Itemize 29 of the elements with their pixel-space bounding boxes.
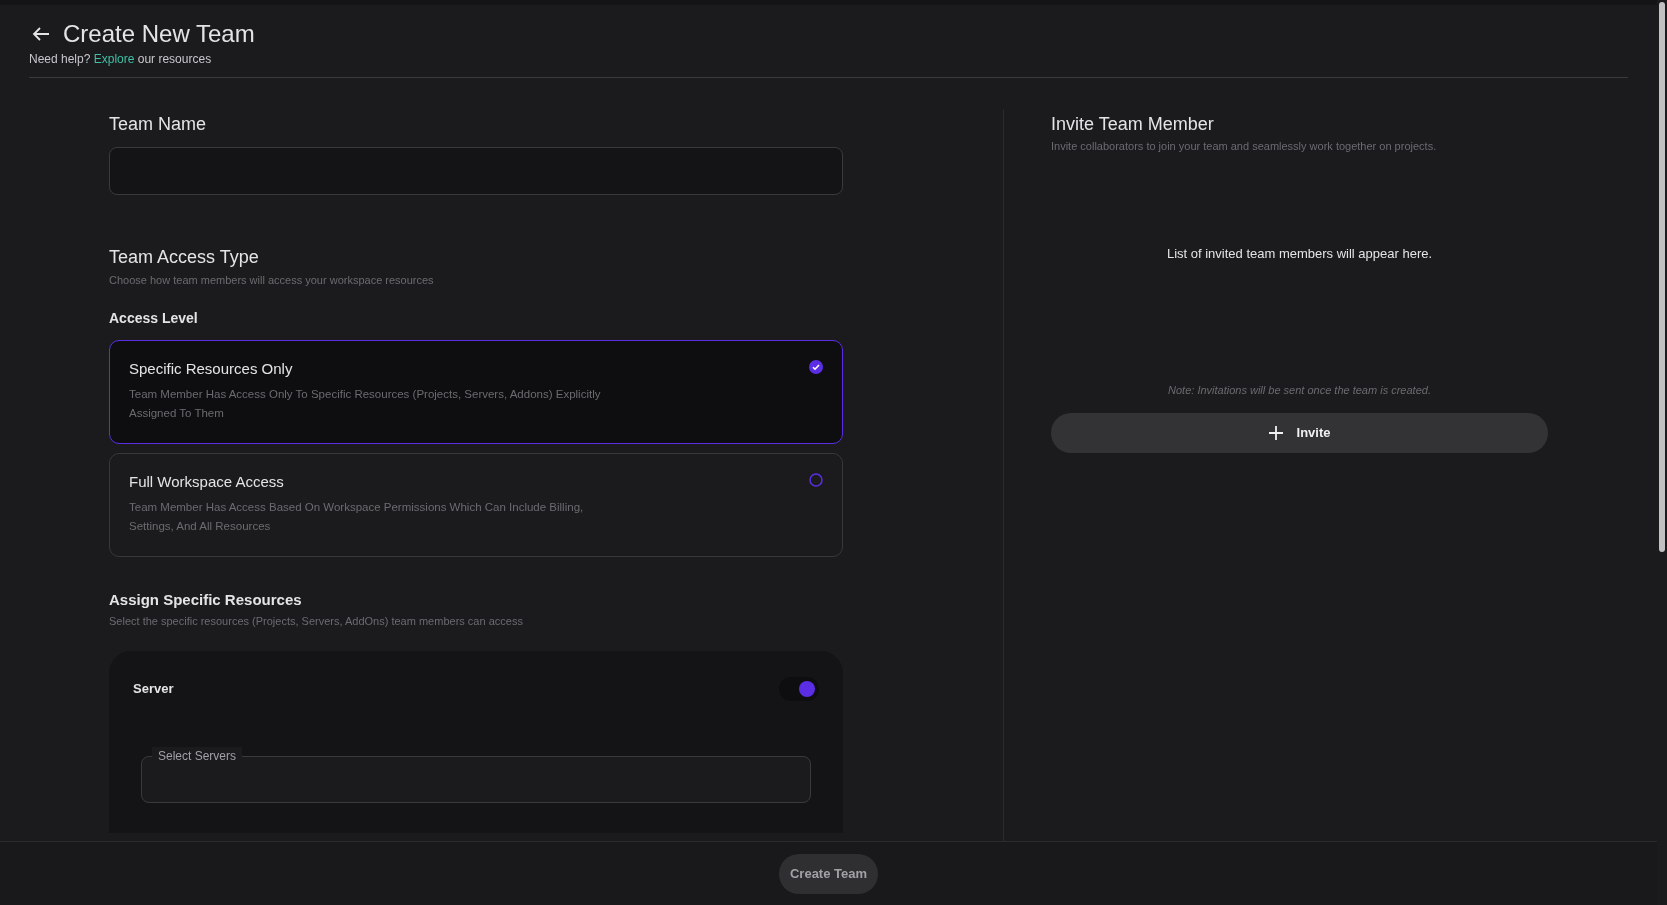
create-team-button[interactable]: Create Team bbox=[778, 853, 879, 894]
section-subtitle: Select the specific resources (Projects, Servers, AddOns) team members can access bbox=[109, 614, 524, 629]
access-option-card[interactable]: Specific Resources Only Team Member Has Access Only To Specific Resources (Projects, Servers, Addons) Explicitly Assigned To Them bbox=[109, 340, 843, 444]
team-name-input[interactable] bbox=[109, 147, 843, 195]
section-subtitle: Choose how team members will access your workspace resources bbox=[109, 273, 435, 288]
plus-icon bbox=[1268, 426, 1283, 440]
back-arrow-icon bbox=[32, 26, 50, 42]
section-title: Invite Team Member bbox=[1051, 113, 1215, 136]
section-subtitle: Invite collaborators to join your team and seamlessly work together on projects. bbox=[1051, 139, 1438, 154]
option-description: Team Member Has Access Based On Workspace Permissions Which Can Include Billing, Settings, And All Resources bbox=[129, 500, 585, 534]
explore-link[interactable]: Explore bbox=[93, 52, 135, 66]
help-text: Need help? Explore our resources bbox=[29, 51, 213, 68]
invite-button[interactable]: Invite bbox=[1051, 413, 1548, 453]
option-description: Team Member Has Access Only To Specific Resources (Projects, Servers, Addons) Explicitly Assigned To Them bbox=[129, 387, 602, 421]
radio-icon[interactable] bbox=[809, 473, 823, 487]
note-text: Note: Invitations will be sent once the team is created. bbox=[1167, 382, 1432, 398]
empty-state-text: List of invited team members will appear here. bbox=[1165, 245, 1434, 263]
server-select-field[interactable]: Select Servers bbox=[141, 747, 811, 803]
resource-label: Server bbox=[133, 680, 174, 699]
field-label: Team Name bbox=[109, 113, 208, 136]
option-title: Full Workspace Access bbox=[129, 472, 285, 492]
section-title: Assign Specific Resources bbox=[109, 590, 303, 610]
access-option-card[interactable]: Full Workspace Access Team Member Has Access Based On Workspace Permissions Which Can Include Billing, Settings, And All Resources bbox=[109, 453, 843, 557]
toggle-switch[interactable] bbox=[779, 677, 819, 701]
subsection-label: Access Level bbox=[109, 309, 199, 328]
page-title: Create New Team bbox=[63, 19, 255, 49]
radio-checked-icon[interactable] bbox=[809, 360, 823, 374]
option-title: Specific Resources Only bbox=[129, 359, 294, 379]
section-title: Team Access Type bbox=[109, 246, 260, 269]
